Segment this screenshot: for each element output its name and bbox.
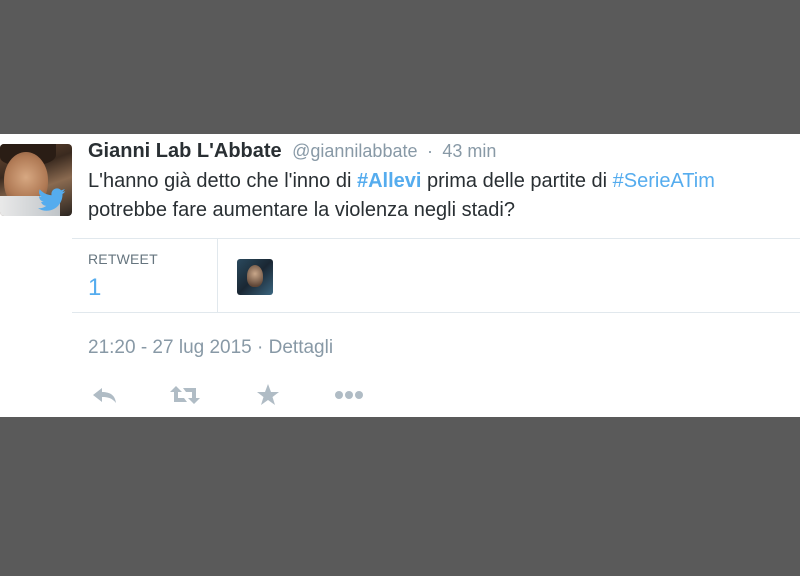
tweet-text-part: L'hanno già detto che l'inno di (88, 170, 357, 192)
tweet-header: Gianni Lab L'Abbate @giannilabbate · 43 … (88, 140, 496, 163)
twitter-bird-icon (38, 188, 66, 211)
retweet-stat-count[interactable]: 1 (88, 274, 101, 302)
tweet-text: L'hanno già detto che l'inno di #Allevi … (88, 167, 800, 225)
stats-divider-vertical (217, 239, 218, 312)
stats-divider-top (72, 238, 800, 239)
tweet-card: Gianni Lab L'Abbate @giannilabbate · 43 … (0, 134, 800, 417)
author-name[interactable]: Gianni Lab L'Abbate (88, 140, 282, 162)
header-separator: · (426, 141, 433, 161)
more-dots-icon (335, 391, 363, 399)
reply-icon (93, 388, 116, 403)
timestamp-separator: · (251, 337, 269, 358)
tweet-text-line-2: potrebbe fare aumentare la violenza negl… (88, 199, 515, 221)
tweet-text-part: prima delle partite di (421, 170, 613, 192)
tweet-time-ago[interactable]: 43 min (442, 141, 496, 161)
details-link[interactable]: Dettagli (269, 337, 333, 358)
hashtag-allevi[interactable]: #Allevi (357, 170, 421, 192)
favorite-button[interactable] (251, 382, 285, 408)
tweet-text-line-1: L'hanno già detto che l'inno di #Allevi … (88, 167, 800, 196)
tweet-timestamp: 21:20 - 27 lug 2015 · Dettagli (88, 337, 333, 359)
retweeter-avatar-person (247, 265, 263, 287)
hashtag-serieatim[interactable]: #SerieATim (613, 170, 715, 192)
more-button[interactable] (332, 382, 366, 408)
retweeter-avatar[interactable] (237, 259, 273, 295)
retweet-stat-label: RETWEET (88, 251, 158, 267)
retweet-icon (170, 386, 200, 404)
timestamp-text: 21:20 - 27 lug 2015 (88, 337, 252, 358)
star-icon (257, 384, 279, 405)
retweet-button[interactable] (168, 382, 202, 408)
reply-button[interactable] (88, 382, 122, 408)
stats-divider-bottom (72, 312, 800, 313)
author-avatar[interactable] (0, 144, 72, 216)
author-handle[interactable]: @giannilabbate (292, 141, 417, 161)
